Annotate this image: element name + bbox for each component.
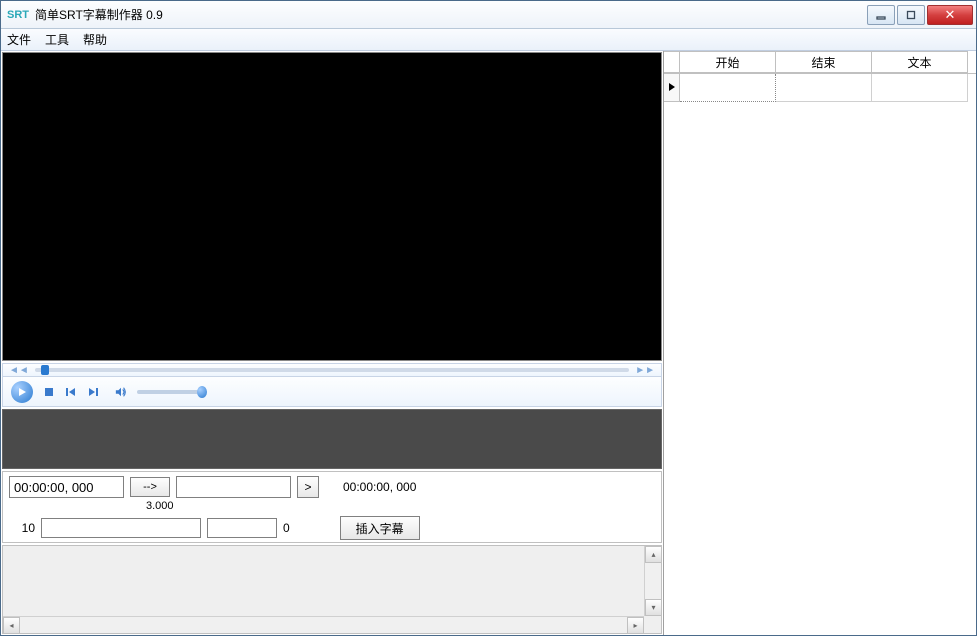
speaker-icon: [115, 386, 127, 398]
media-controls: [2, 377, 662, 407]
seek-fwd-icon[interactable]: ►►: [635, 365, 655, 376]
subtitle-table-pane: 开始 结束 文本: [664, 51, 976, 635]
left-number-label: 10: [9, 521, 35, 535]
bottom-panel: ▴ ▾ ◂ ▸: [2, 545, 662, 634]
row-marker[interactable]: [664, 74, 680, 102]
cell-end[interactable]: [776, 74, 872, 102]
vertical-scrollbar[interactable]: ▴ ▾: [644, 546, 661, 616]
window-controls: ✕: [865, 5, 973, 25]
col-end[interactable]: 结束: [776, 51, 872, 73]
scroll-left-button[interactable]: ◂: [3, 617, 20, 634]
prev-icon: [65, 386, 77, 398]
col-start[interactable]: 开始: [680, 51, 776, 73]
cell-text[interactable]: [872, 74, 968, 102]
right-number-label: 0: [283, 521, 290, 535]
stop-button[interactable]: [43, 386, 55, 398]
current-row-icon: [668, 81, 676, 95]
menu-tools[interactable]: 工具: [45, 31, 69, 48]
table-header: 开始 结束 文本: [664, 51, 976, 74]
close-button[interactable]: ✕: [927, 5, 973, 25]
waveform-area[interactable]: [2, 409, 662, 469]
volume-thumb[interactable]: [197, 386, 207, 398]
play-icon: [17, 387, 27, 397]
menubar: 文件 工具 帮助: [1, 29, 976, 51]
stop-icon: [43, 386, 55, 398]
seek-thumb[interactable]: [41, 365, 49, 375]
prev-button[interactable]: [65, 386, 77, 398]
forward-step-button[interactable]: >: [297, 476, 319, 498]
volume-button[interactable]: [115, 386, 127, 398]
cell-start[interactable]: [680, 74, 776, 102]
seek-back-icon[interactable]: ◄◄: [9, 365, 29, 376]
next-button[interactable]: [87, 386, 99, 398]
subtitle-table: 开始 结束 文本: [664, 51, 976, 102]
start-time-input[interactable]: [9, 476, 124, 498]
right-slot-input[interactable]: [207, 518, 277, 538]
volume-slider[interactable]: [137, 390, 207, 394]
step-value: 3.000: [146, 500, 655, 512]
seek-track[interactable]: [35, 368, 629, 372]
app-icon: SRT: [7, 9, 29, 21]
video-preview[interactable]: [2, 52, 662, 361]
menu-file[interactable]: 文件: [7, 31, 31, 48]
end-time-input[interactable]: [176, 476, 291, 498]
display-time: 00:00:00, 000: [343, 480, 416, 494]
app-window: SRT 简单SRT字幕制作器 0.9 ✕ 文件 工具 帮助 ◄◄ ►►: [0, 0, 977, 636]
table-row[interactable]: [664, 74, 976, 102]
left-pane: ◄◄ ►►: [1, 51, 664, 635]
seek-bar[interactable]: ◄◄ ►►: [2, 363, 662, 377]
client-area: ◄◄ ►►: [1, 51, 976, 635]
subtitle-inputs: --> > 00:00:00, 000 3.000 10 0 插入字幕: [2, 471, 662, 543]
insert-subtitle-button[interactable]: 插入字幕: [340, 516, 420, 540]
scroll-right-button[interactable]: ▸: [627, 617, 644, 634]
minimize-button[interactable]: [867, 5, 895, 25]
maximize-button[interactable]: [897, 5, 925, 25]
next-icon: [87, 386, 99, 398]
scroll-up-button[interactable]: ▴: [645, 546, 662, 563]
scroll-down-button[interactable]: ▾: [645, 599, 662, 616]
titlebar[interactable]: SRT 简单SRT字幕制作器 0.9 ✕: [1, 1, 976, 29]
left-slot-input[interactable]: [41, 518, 201, 538]
play-button[interactable]: [11, 381, 33, 403]
row-header-corner: [664, 51, 680, 73]
arrow-button[interactable]: -->: [130, 477, 170, 497]
menu-help[interactable]: 帮助: [83, 31, 107, 48]
window-title: 简单SRT字幕制作器 0.9: [35, 6, 865, 23]
col-text[interactable]: 文本: [872, 51, 968, 73]
horizontal-scrollbar[interactable]: ◂ ▸: [3, 616, 644, 633]
